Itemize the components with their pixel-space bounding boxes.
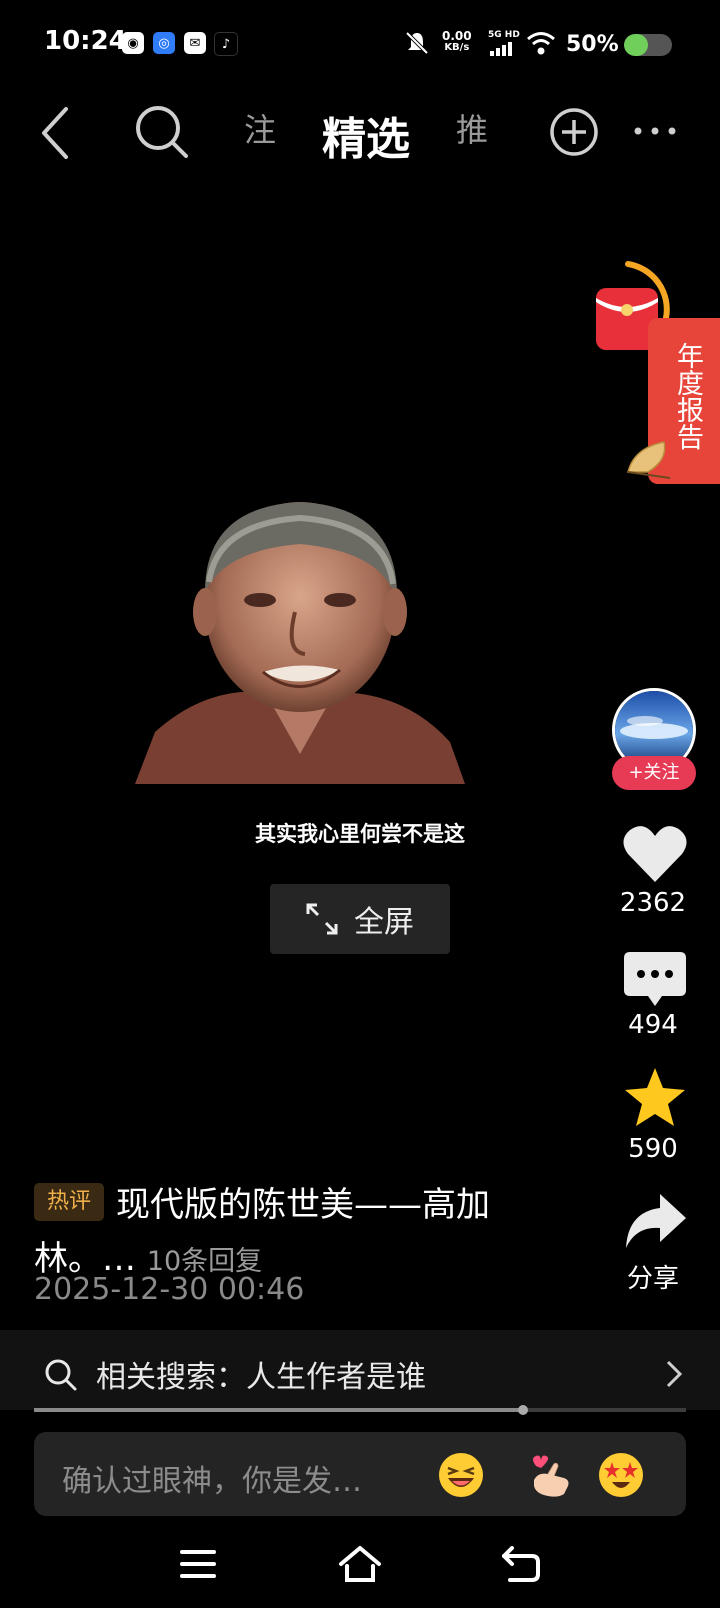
network-speed-value: 0.00	[442, 29, 472, 43]
video-player[interactable]	[135, 492, 465, 784]
fullscreen-button[interactable]: 全屏	[270, 884, 450, 954]
laughing-emoji-icon[interactable]	[436, 1450, 486, 1500]
wifi-icon	[527, 32, 555, 55]
signal-icon	[490, 42, 512, 56]
star-eyes-emoji-icon[interactable]	[596, 1450, 646, 1500]
app-notification-icon: ◉	[122, 32, 144, 54]
status-bar: 10:24 ◉ ◎ ✉ ♪ 0.00 KB/s 5G HD 50%	[0, 0, 720, 88]
search-icon[interactable]	[134, 104, 190, 160]
status-time: 10:24	[44, 26, 127, 56]
like-count: 2362	[619, 888, 687, 918]
fan-icon	[627, 441, 671, 479]
video-progress-bar[interactable]	[34, 1405, 686, 1415]
battery-icon	[624, 34, 672, 56]
fullscreen-label: 全屏	[354, 905, 414, 940]
add-icon[interactable]	[548, 106, 600, 158]
like-heart-icon[interactable]	[620, 822, 690, 886]
menu-icon[interactable]	[180, 1548, 216, 1580]
video-progress-fill	[34, 1408, 523, 1412]
favorite-star-icon[interactable]	[620, 1066, 690, 1130]
mail-notification-icon: ✉	[184, 32, 206, 54]
tab-recommend[interactable]: 推	[456, 105, 488, 151]
related-search-icon	[45, 1359, 77, 1391]
battery-percentage: 50%	[566, 32, 619, 57]
share-arrow-icon[interactable]	[620, 1190, 690, 1254]
video-subtitle: 其实我心里何尝不是这	[255, 822, 465, 846]
back-icon[interactable]	[36, 105, 76, 161]
expand-icon	[306, 903, 338, 935]
home-icon[interactable]	[338, 1544, 382, 1584]
follow-button[interactable]: +关注	[612, 756, 696, 790]
tab-following[interactable]: 注	[244, 105, 276, 151]
chevron-right-icon	[666, 1360, 683, 1388]
share-label[interactable]: 分享	[598, 1258, 708, 1295]
finger-heart-emoji-icon[interactable]	[524, 1450, 574, 1500]
post-time: 2025-12-30 00:46	[34, 1272, 305, 1307]
tiktok-notification-icon: ♪	[214, 32, 238, 56]
back-nav-icon[interactable]	[502, 1546, 540, 1582]
network-speed-unit: KB/s	[444, 42, 470, 53]
comment-icon[interactable]	[620, 948, 690, 1012]
annual-report-label[interactable]: 年度报告	[664, 342, 704, 450]
tab-featured[interactable]: 精选	[322, 103, 410, 167]
video-progress-knob[interactable]	[518, 1405, 528, 1415]
more-icon[interactable]	[632, 124, 678, 138]
video-frame-image	[135, 502, 465, 784]
comment-input-placeholder[interactable]: 确认过眼神，你是发…	[62, 1456, 362, 1500]
related-search-label: 相关搜索：人生作者是谁	[96, 1360, 426, 1395]
network-speed: 0.00 KB/s	[442, 30, 472, 54]
comment-count: 494	[628, 1010, 678, 1040]
browser-notification-icon: ◎	[153, 32, 175, 54]
network-type: 5G HD	[488, 30, 520, 40]
favorite-count: 590	[628, 1134, 678, 1164]
battery-fill	[624, 34, 648, 56]
mute-icon	[405, 31, 429, 55]
